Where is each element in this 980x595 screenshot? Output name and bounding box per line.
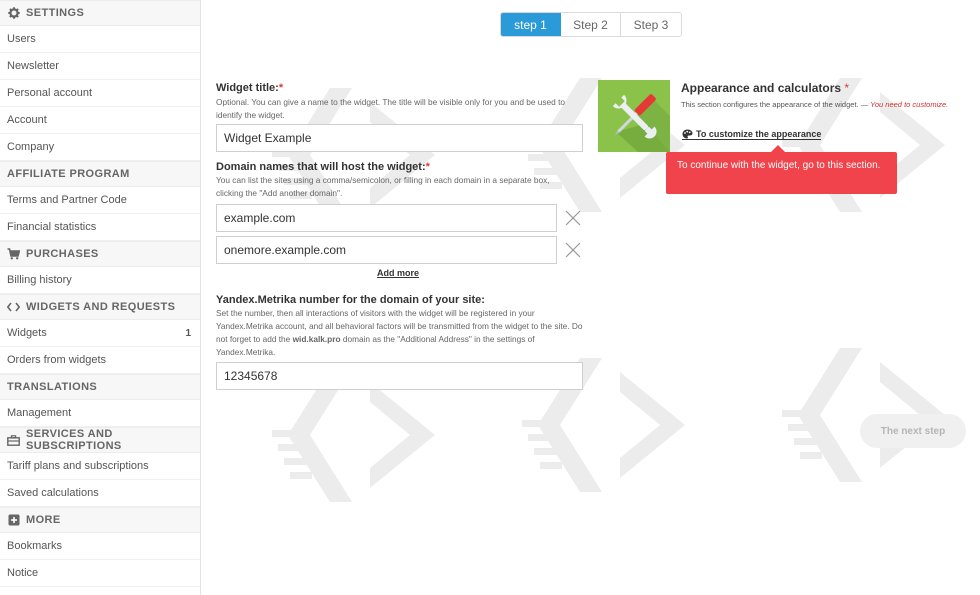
widgets-count-badge: 1 xyxy=(185,327,191,339)
next-step-button[interactable]: The next step xyxy=(860,414,966,448)
customize-appearance-link[interactable]: To customize the appearance xyxy=(682,129,822,140)
required-mark: * xyxy=(844,81,850,95)
sidebar-item-label: Account xyxy=(7,114,47,126)
section-title: SERVICES AND SUBSCRIPTIONS xyxy=(26,428,122,452)
sidebar-item-label: Users xyxy=(7,33,36,45)
tab-step-3[interactable]: Step 3 xyxy=(621,13,681,36)
domains-hint: You can list the sites using a comma/sem… xyxy=(216,175,550,198)
continue-tooltip: To continue with the widget, go to this … xyxy=(666,145,897,194)
sidebar-item-personal-account[interactable]: Personal account xyxy=(0,80,200,107)
domain-input-2[interactable] xyxy=(216,236,557,264)
palette-icon xyxy=(682,129,693,139)
gear-icon xyxy=(7,7,20,20)
section-title: AFFILIATE PROGRAM xyxy=(7,168,130,180)
title-text: Appearance and calculators xyxy=(681,81,842,95)
add-more-domain-link[interactable]: Add more xyxy=(377,268,419,278)
remove-domain-1-icon[interactable] xyxy=(565,210,581,226)
widget-title-input[interactable] xyxy=(216,124,583,152)
sidebar-section-settings: SETTINGS xyxy=(0,0,200,26)
sidebar-item-label: Notice xyxy=(7,567,39,579)
sidebar-item-label: Terms and Partner Code xyxy=(7,194,127,206)
sidebar-item-terms-partner-code[interactable]: Terms and Partner Code xyxy=(0,187,200,214)
sidebar-item-label: Newsletter xyxy=(7,60,59,72)
sidebar-item-management[interactable]: Management xyxy=(0,400,200,427)
step-tabs: step 1 Step 2 Step 3 xyxy=(500,12,682,37)
sidebar-item-label: Personal account xyxy=(7,87,92,99)
tools-icon[interactable] xyxy=(598,80,670,152)
sidebar-item-label: Billing history xyxy=(7,274,72,286)
domains-label: Domain names that will host the widget:* xyxy=(216,161,430,173)
tab-step-1[interactable]: step 1 xyxy=(501,13,561,36)
warning-text: You need to customize. xyxy=(870,100,949,109)
metrika-number-input[interactable] xyxy=(216,362,583,390)
sidebar-item-label: Bookmarks xyxy=(7,540,63,552)
customize-label: To customize the appearance xyxy=(696,129,822,139)
sidebar-item-orders-from-widgets[interactable]: Orders from widgets xyxy=(0,347,200,374)
code-icon xyxy=(7,301,20,314)
sidebar-item-label: Widgets xyxy=(7,327,47,339)
required-mark: * xyxy=(425,161,430,173)
sidebar-item-users[interactable]: Users xyxy=(0,26,200,53)
section-title: TRANSLATIONS xyxy=(7,381,98,393)
label-text: Domain names that will host the widget: xyxy=(216,161,426,173)
sidebar-item-saved-calculations[interactable]: Saved calculations xyxy=(0,480,200,507)
plus-box-icon xyxy=(7,514,20,527)
sidebar: SETTINGS Users Newsletter Personal accou… xyxy=(0,0,201,595)
widget-title-label: Widget title:* xyxy=(216,82,283,94)
sidebar-item-company[interactable]: Company xyxy=(0,134,200,161)
sidebar-item-newsletter[interactable]: Newsletter xyxy=(0,53,200,80)
appearance-description: This section configures the appearance o… xyxy=(681,98,961,111)
sidebar-item-label: Saved calculations xyxy=(7,487,99,499)
sidebar-item-tariff-plans[interactable]: Tariff plans and subscriptions xyxy=(0,453,200,480)
appearance-title: Appearance and calculators * xyxy=(681,81,849,95)
sidebar-section-purchases: PURCHASES xyxy=(0,241,200,267)
metrika-label: Yandex.Metrika number for the domain of … xyxy=(216,294,485,306)
widget-title-hint: Optional. You can give a name to the wid… xyxy=(216,97,565,120)
label-text: Widget title: xyxy=(216,82,279,94)
briefcase-icon xyxy=(7,434,20,447)
sidebar-item-financial-statistics[interactable]: Financial statistics xyxy=(0,214,200,241)
sidebar-section-affiliate: AFFILIATE PROGRAM xyxy=(0,161,200,187)
section-title: MORE xyxy=(26,514,61,526)
sidebar-item-label: Management xyxy=(7,407,72,419)
domain-input-1[interactable] xyxy=(216,204,557,232)
required-mark: * xyxy=(278,82,284,94)
sidebar-item-billing-history[interactable]: Billing history xyxy=(0,267,200,294)
sidebar-item-notice[interactable]: Notice xyxy=(0,560,200,587)
sidebar-item-label: Tariff plans and subscriptions xyxy=(7,460,149,472)
sidebar-item-bookmarks[interactable]: Bookmarks xyxy=(0,533,200,560)
metrika-hint: Set the number, then all interactions of… xyxy=(216,307,586,359)
section-title: SETTINGS xyxy=(26,7,85,19)
sidebar-section-translations: TRANSLATIONS xyxy=(0,374,200,400)
sidebar-section-services: SERVICES AND SUBSCRIPTIONS xyxy=(0,427,200,453)
sidebar-section-more: MORE xyxy=(0,507,200,533)
sidebar-item-label: Financial statistics xyxy=(7,221,97,233)
sidebar-item-label: Company xyxy=(7,141,55,153)
sidebar-item-widgets[interactable]: Widgets 1 xyxy=(0,320,200,347)
section-title: PURCHASES xyxy=(26,248,99,260)
desc-text: This section configures the appearance o… xyxy=(681,100,871,109)
cart-icon xyxy=(7,248,20,261)
hint-domain: wid.kalk.pro xyxy=(292,334,341,344)
sidebar-item-account[interactable]: Account xyxy=(0,107,200,134)
remove-domain-2-icon[interactable] xyxy=(565,242,581,258)
sidebar-section-widgets: WIDGETS AND REQUESTS xyxy=(0,294,200,320)
tab-step-2[interactable]: Step 2 xyxy=(561,13,621,36)
section-title: WIDGETS AND REQUESTS xyxy=(26,301,176,313)
sidebar-item-label: Orders from widgets xyxy=(7,354,107,366)
